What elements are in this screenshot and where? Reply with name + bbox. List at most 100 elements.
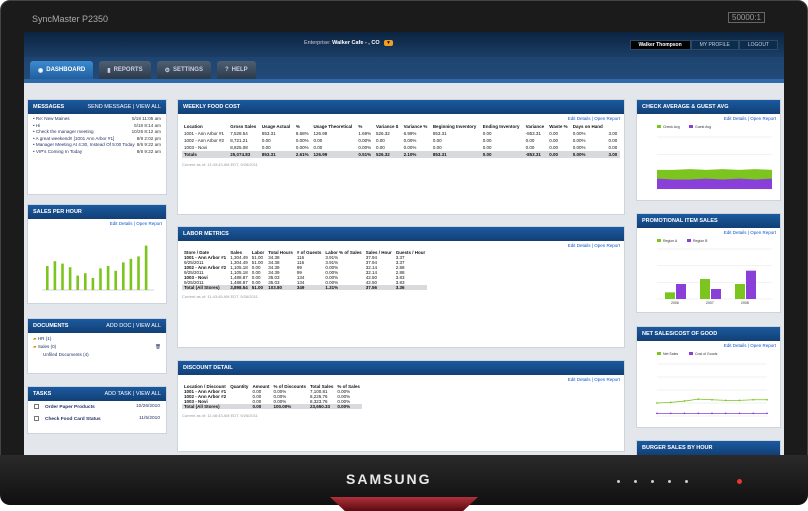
check-avg-title: CHECK AVERAGE & GUEST AVG [642,104,729,110]
column-header: Ending Inventory [482,124,520,129]
net-sales-links[interactable]: Edit Details | Open Report [637,341,780,350]
enterprise-dropdown-icon[interactable]: ▾ [384,40,393,46]
burger-title: BURGER SALES BY HOUR [642,445,713,451]
tab-dashboard[interactable]: ◉ DASHBOARD [30,61,94,79]
bar-chart-icon: ▮ [107,67,111,74]
checkbox[interactable] [34,415,39,421]
data-point [656,412,658,415]
burger-panel: BURGER SALES BY HOUR [636,440,781,455]
food-cost-footer: Current as of: 11:43:43 AM EDT, 9/26/201… [182,162,258,167]
column-header: Variance [525,124,545,129]
folder-icon: ▰ [33,336,37,341]
messages-actions[interactable]: SEND MESSAGE | VIEW ALL [87,104,161,110]
discount-title: DISCOUNT DETAIL [183,365,233,371]
check-avg-series-area [657,178,772,189]
sales-hour-bar [99,268,102,290]
monitor-stand [330,497,478,511]
sales-hour-bar [84,273,87,290]
data-point [724,399,727,402]
logout-link[interactable]: LOGOUT [738,40,778,50]
tab-reports[interactable]: ▮ REPORTS [99,61,151,79]
legend-label: Guest Avg [695,125,711,129]
data-point [697,412,700,415]
sales-hour-bar [144,245,148,290]
data-point [683,412,686,415]
sales-per-hour-links[interactable]: Edit Details | Open Report [28,219,166,228]
check-avg-panel: CHECK AVERAGE & GUEST AVG Edit Details |… [636,99,781,201]
monitor-buttons[interactable] [617,480,688,483]
labor-metrics-panel: LABOR METRICS Edit Details | Open Report… [177,226,625,348]
doc-unfiled[interactable]: Unfiled Documents (4) [33,351,161,359]
tasks-actions[interactable]: ADD TASK | VIEW ALL [104,391,161,397]
documents-title: DOCUMENTS [33,323,69,329]
promo-chart: 2006 2007 2008 Region A Region B [657,239,772,305]
my-profile-link[interactable]: MY PROFILE [690,40,739,50]
data-point [724,412,727,415]
sales-hour-bar [61,263,64,290]
x-tick-label: 2008 [741,301,749,305]
trash-icon[interactable]: 🗑 [155,343,161,351]
column-header: % [358,124,363,129]
documents-actions[interactable]: ADD DOC | VIEW ALL [106,323,161,329]
message-item[interactable]: • VIP's Coming In Today 8/6 9:22 am [33,149,161,156]
data-point [656,402,658,404]
food-cost-links[interactable]: Edit Details | Open Report [178,114,624,123]
sales-hour-bar [46,266,49,290]
promo-bar [700,279,710,299]
help-icon: ? [224,67,229,73]
tab-settings[interactable]: ⚙ SETTINGS [156,61,211,79]
monitor-model: SyncMaster P2350 [32,14,109,24]
column-header: Usage Actual [261,124,291,129]
discount-links[interactable]: Edit Details | Open Report [178,375,624,384]
task-item[interactable]: Check Food Card Status 11/5/2010 [28,413,166,425]
table-row: Totals 25,074.83 853.31 2.61% 126.99 0.51% 526… [182,151,620,158]
checkbox[interactable] [34,404,39,409]
tab-help[interactable]: ? HELP [216,61,256,79]
sales-hour-bar [122,262,125,290]
promo-title: PROMOTIONAL ITEM SALES [642,218,718,224]
power-icon[interactable] [737,479,742,484]
legend-label: Region B [693,239,708,243]
legend-label: Net Sales [663,352,678,356]
column-header: Usage Theoretical [313,124,353,129]
promo-links[interactable]: Edit Details | Open Report [637,228,780,237]
enterprise-selector[interactable]: Enterprise: Walker Cafe - , CO ▾ [304,40,393,46]
data-point [697,398,700,400]
user-name[interactable]: Walker Thompson [629,40,691,50]
data-point [669,412,672,415]
check-avg-links[interactable]: Edit Details | Open Report [637,114,780,123]
table-row: 1001 - Ann Arbor #1 7,528.54 853.31 8.68% 12… [184,131,618,136]
data-point [738,399,741,402]
doc-folder-hr[interactable]: ▰ HR (1) [33,335,161,343]
column-header: Location [184,124,203,129]
table-row: 1002 - Ann Arbor #2 8,721.21 0.00 0.00% 0.00… [184,138,618,143]
sales-hour-bar [53,261,57,290]
data-point [738,412,741,415]
table-row: 1003 - Novi 8,825.08 0.00 0.00% 0.00 0.00% 0.0… [184,145,618,150]
data-point [711,412,713,415]
column-header: Variance % [403,124,428,129]
messages-title: MESSAGES [33,104,65,110]
documents-panel: DOCUMENTS ADD DOC | VIEW ALL ▰ HR (1) ▰ S… [27,318,167,374]
enterprise-name: Walker Cafe - , CO [332,40,380,46]
table-header-row: Location Gross Sales Usage Actual% Usage Th… [182,123,620,130]
sales-hour-bar [137,256,140,290]
folder-icon: ▰ [33,344,37,349]
sales-per-hour-chart [42,245,154,291]
net-sales-panel: NET SALES/COST OF GOOD Edit Details | Op… [636,326,781,428]
main-nav: ◉ DASHBOARD ▮ REPORTS ⚙ SETTINGS ? HELP [24,57,784,83]
column-header: Quantity [230,384,249,389]
discount-panel: DISCOUNT DETAIL Edit Details | Open Repo… [177,360,625,452]
column-header: Variance $ [376,124,399,129]
sales-per-hour-title: SALES PER HOUR [33,209,82,215]
column-header: Gross Sales [230,124,257,129]
column-header: Waste % [549,124,568,129]
task-item[interactable]: Order Paper Products 10/26/2010 [28,401,166,413]
doc-folder-sales[interactable]: ▰ Sales (0) 🗑 [33,343,161,351]
legend-label: Region A [663,239,678,243]
labor-metrics-links[interactable]: Edit Details | Open Report [178,241,624,250]
sales-hour-bar [114,270,117,290]
sales-hour-bar [129,258,133,290]
dashboard-icon: ◉ [38,67,44,74]
promo-panel: PROMOTIONAL ITEM SALES Edit Details | Op… [636,213,781,313]
